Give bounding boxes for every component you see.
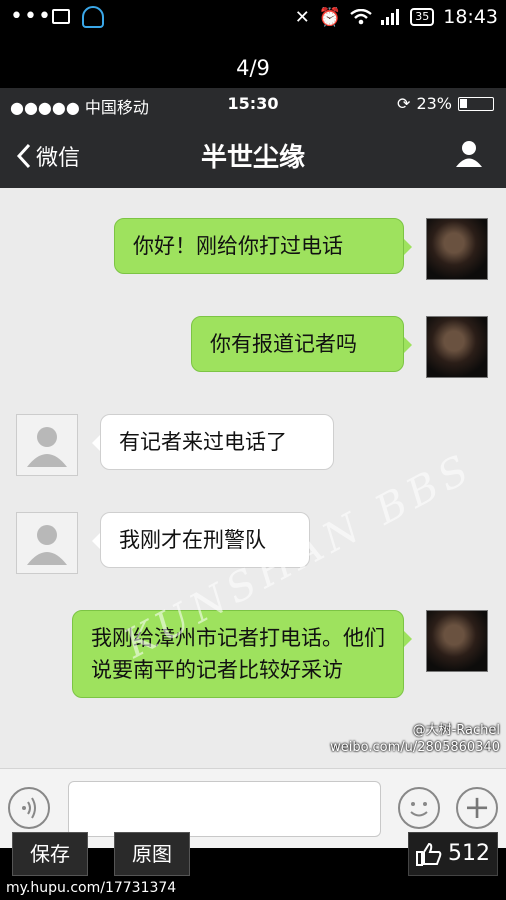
avatar[interactable] <box>16 414 78 476</box>
wifi-icon <box>350 9 372 25</box>
image-counter: 4/9 <box>0 38 506 88</box>
like-button[interactable]: 512 <box>408 832 498 876</box>
message-bubble-sent[interactable]: 你有报道记者吗 <box>191 316 412 372</box>
avatar[interactable] <box>16 512 78 574</box>
more-icon: ••• <box>10 4 52 29</box>
weibo-watermark: @大树-Rachel weibo.com/u/2805860340 <box>330 722 500 756</box>
source-url: my.hupu.com/17731374 <box>0 878 506 900</box>
more-options-button[interactable]: + <box>456 787 498 829</box>
message-bubble-sent[interactable]: 你好！刚给你打过电话 <box>114 218 412 274</box>
weibo-url: weibo.com/u/2805860340 <box>330 740 500 755</box>
chat-navbar: 微信 半世尘缘 <box>0 120 506 188</box>
emoji-button[interactable] <box>398 787 440 829</box>
avatar[interactable] <box>426 316 488 378</box>
mute-icon: ✕ <box>294 6 310 28</box>
signal-icon <box>381 9 400 25</box>
message-input[interactable] <box>68 781 381 837</box>
avatar[interactable] <box>426 610 488 672</box>
battery-percent: 23% <box>416 94 452 113</box>
avatar[interactable] <box>426 218 488 280</box>
voice-icon <box>22 797 36 819</box>
default-avatar-icon <box>27 427 67 467</box>
ios-status-bar: ●●●●● 中国移动 15:30 ⟳ 23% <box>0 88 506 120</box>
image-icon <box>52 9 70 24</box>
chat-title: 半世尘缘 <box>200 143 305 173</box>
original-image-button[interactable]: 原图 <box>114 832 190 876</box>
thumbs-up-icon <box>416 842 442 866</box>
viewer-toolbar: 保存 原图 512 <box>0 830 506 878</box>
headset-icon <box>82 6 104 28</box>
battery-icon: 35 <box>410 8 435 26</box>
rotation-lock-icon: ⟳ <box>397 94 411 113</box>
battery-icon <box>458 96 494 111</box>
profile-icon[interactable] <box>454 138 484 168</box>
status-time: 18:43 <box>443 6 498 28</box>
weibo-user: @大树-Rachel <box>412 723 500 738</box>
android-status-bar: ••• ✕ ⏰ 35 18:43 <box>0 0 506 38</box>
alarm-icon: ⏰ <box>318 6 342 28</box>
voice-button[interactable] <box>8 787 50 829</box>
like-count: 512 <box>448 841 490 866</box>
smiley-icon <box>410 802 428 817</box>
message-list[interactable]: 你好！刚给你打过电话 你有报道记者吗 有记者来过电话了 我刚才在刑警队 我刚给漳… <box>0 188 506 768</box>
save-button[interactable]: 保存 <box>12 832 88 876</box>
message-bubble-received[interactable]: 有记者来过电话了 <box>92 414 334 470</box>
default-avatar-icon <box>27 525 67 565</box>
